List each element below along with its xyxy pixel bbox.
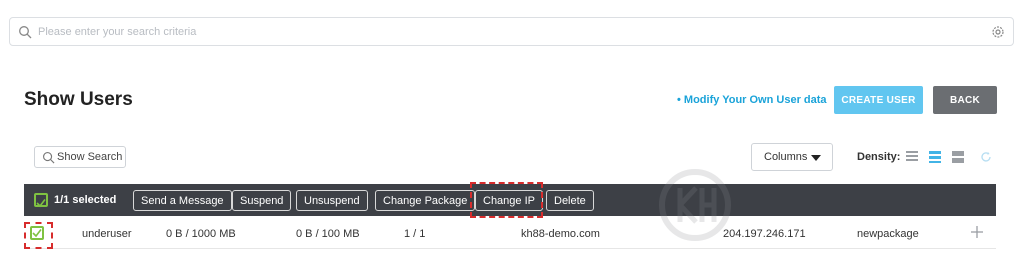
back-button[interactable]: BACK [933,86,997,114]
search-input[interactable] [38,22,978,42]
bandwidth-cell: 0 B / 1000 MB [166,228,236,240]
checkmark-icon [36,199,46,208]
ip-cell: 204.197.246.171 [723,228,806,240]
delete-button[interactable]: Delete [546,190,594,211]
domain-cell: kh88-demo.com [521,228,600,240]
package-cell: newpackage [857,228,919,240]
selected-count: 1/1 selected [54,194,117,206]
plus-icon[interactable] [969,224,985,240]
suspend-button[interactable]: Suspend [232,190,292,211]
send-message-button[interactable]: Send a Message [133,190,232,211]
username-cell[interactable]: underuser [82,228,132,240]
select-all-checkbox[interactable] [34,193,48,208]
modify-user-data-link[interactable]: • Modify Your Own User data [677,94,827,106]
unsuspend-button[interactable]: Unsuspend [296,190,368,211]
change-ip-highlight [470,182,543,218]
show-search-button[interactable]: Show Search [34,146,126,168]
search-icon [43,152,55,164]
row-checkbox-highlight [24,222,53,249]
search-icon [19,26,32,39]
disk-cell: 0 B / 100 MB [296,228,360,240]
page-title: Show Users [24,89,133,110]
change-package-button[interactable]: Change Package [375,190,476,211]
table-row[interactable]: underuser 0 B / 1000 MB 0 B / 100 MB 1 /… [24,218,996,249]
create-user-button[interactable]: CREATE USER [834,86,923,114]
gear-icon[interactable] [991,25,1005,39]
search-bar [9,17,1014,46]
ratio-cell: 1 / 1 [404,228,426,240]
show-search-label: Show Search [57,151,123,163]
